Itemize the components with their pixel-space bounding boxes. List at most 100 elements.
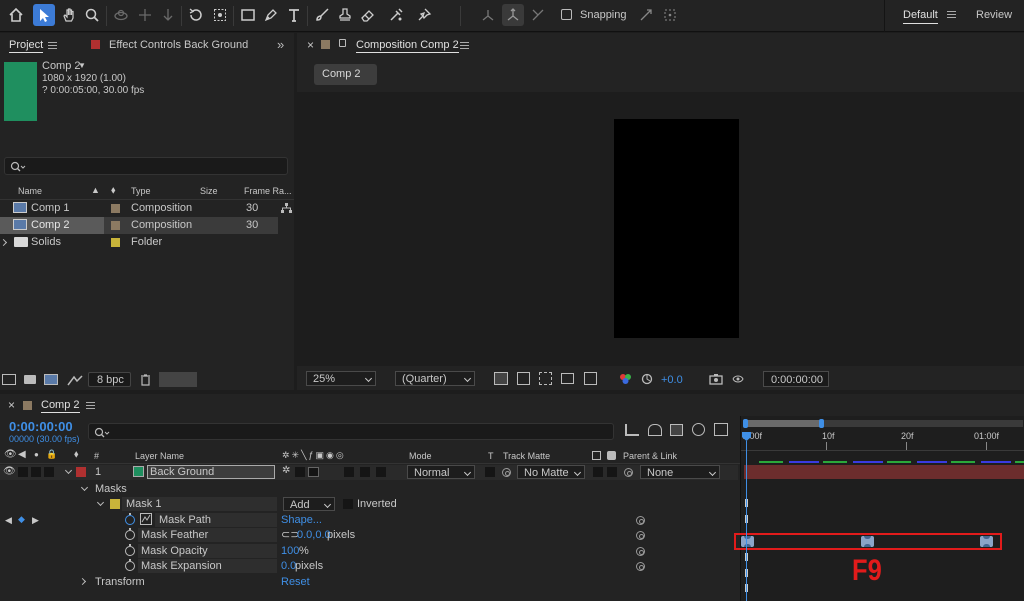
time-graph[interactable]: 0:00f 10f 20f 01:00f F9 (734, 416, 1024, 601)
thumbnail-size-slider[interactable] (159, 372, 197, 387)
new-composition-icon[interactable] (44, 374, 58, 385)
show-snapshot-icon[interactable] (731, 373, 745, 385)
property-row[interactable]: ◀ ◆ ▶ Mask Path Shape... (0, 513, 738, 528)
panel-expand-icon[interactable]: » (277, 37, 284, 52)
property-row[interactable]: Mask Opacity 100 % (0, 544, 738, 559)
snapping-checkbox[interactable] (561, 9, 572, 20)
lock-toggle[interactable] (44, 467, 54, 477)
mask-twirl-icon[interactable] (96, 498, 105, 507)
fast-previews-icon[interactable] (494, 372, 508, 385)
project-search-input[interactable] (4, 157, 288, 175)
property-row[interactable]: Mask Feather ⊂⊃ 0.0,0.0 pixels (0, 528, 738, 543)
folder-twirl-icon[interactable] (0, 238, 8, 247)
roto-brush-tool-icon[interactable] (385, 4, 407, 26)
tab-effect-controls[interactable]: Effect Controls Back Ground (109, 39, 248, 51)
project-settings-icon[interactable] (67, 374, 83, 386)
rectangle-tool-icon[interactable] (237, 4, 259, 26)
keyframe-marker[interactable] (980, 536, 993, 547)
new-folder-icon[interactable] (24, 375, 36, 384)
mask-visibility-icon[interactable] (539, 372, 552, 385)
bpc-button[interactable]: 8 bpc (88, 372, 131, 387)
transform-twirl-icon[interactable] (78, 577, 87, 586)
interpret-footage-icon[interactable] (2, 374, 16, 385)
channel-rgb-icon[interactable] (619, 373, 632, 385)
mask-name[interactable]: Mask 1 (126, 498, 161, 510)
viewer-timecode[interactable]: 0:00:00:00 (763, 371, 829, 387)
exposure-value[interactable]: +0.0 (661, 374, 683, 386)
lock-icon[interactable] (339, 39, 346, 47)
stopwatch-icon[interactable] (125, 559, 135, 571)
layer-row[interactable]: 👁 1 Back Ground ✲ Normal No Matte None (0, 465, 738, 480)
graph-icon[interactable] (140, 513, 152, 525)
preserve-transparency-toggle[interactable] (485, 467, 495, 477)
type-tool-icon[interactable] (283, 4, 305, 26)
zoom-tool-icon[interactable] (81, 4, 103, 26)
expression-pickwhip-icon[interactable] (636, 562, 645, 571)
col-type[interactable]: Type (131, 186, 151, 196)
col-size[interactable]: Size (200, 186, 218, 196)
navigator-range[interactable] (745, 420, 821, 427)
expression-pickwhip-icon[interactable] (636, 516, 645, 525)
pen-tool-icon[interactable] (260, 4, 282, 26)
prev-keyframe-icon[interactable]: ◀ (5, 515, 12, 526)
col-name[interactable]: Name (18, 186, 42, 196)
shy-switch-icon[interactable]: ✲ (282, 465, 290, 476)
motion-blur-switch[interactable] (376, 467, 386, 477)
eraser-tool-icon[interactable] (357, 4, 379, 26)
close-tab-icon[interactable]: × (8, 398, 15, 412)
effect-switch[interactable] (344, 467, 354, 477)
mask-row[interactable]: Mask 1 Add Inverted (0, 497, 738, 512)
dolly-camera-icon[interactable] (157, 4, 179, 26)
motion-blur-icon[interactable] (692, 423, 705, 436)
hand-tool-icon[interactable] (58, 4, 80, 26)
layer-duration-bar[interactable] (744, 465, 1024, 479)
selection-tool-icon[interactable] (33, 4, 55, 26)
layer-twirl-icon[interactable] (64, 466, 73, 475)
col-mode[interactable]: Mode (409, 451, 432, 461)
parent-pickwhip-icon[interactable] (624, 468, 633, 477)
rotation-tool-icon[interactable] (185, 4, 207, 26)
transform-reset[interactable]: Reset (281, 576, 310, 588)
pan-camera-icon[interactable] (134, 4, 156, 26)
col-frame-rate[interactable]: Frame Ra... (244, 186, 292, 196)
stopwatch-icon[interactable] (125, 544, 135, 556)
comp-canvas[interactable] (614, 119, 739, 338)
comp-name-dropdown-icon[interactable]: ▼ (78, 61, 86, 70)
composition-viewer[interactable] (297, 92, 1024, 366)
puppet-pin-tool-icon[interactable] (413, 4, 435, 26)
solo-toggle[interactable] (31, 467, 41, 477)
tab-composition[interactable]: Composition Comp 2 (356, 39, 459, 53)
shy-layers-icon[interactable] (648, 424, 662, 436)
stopwatch-icon[interactable] (125, 528, 135, 540)
region-of-interest-icon[interactable] (561, 373, 574, 384)
next-keyframe-icon[interactable]: ▶ (32, 515, 39, 526)
time-ruler[interactable]: 0:00f 10f 20f 01:00f (741, 429, 1024, 451)
sort-ascending-icon[interactable]: ▲ (91, 185, 100, 195)
item-label-swatch[interactable] (111, 221, 120, 230)
view-axis-mode-icon[interactable] (527, 4, 549, 26)
matte-toggle[interactable] (593, 467, 603, 477)
navigator-start-handle[interactable] (743, 419, 748, 428)
mode-dropdown[interactable]: Normal (407, 465, 475, 479)
expression-pickwhip-icon[interactable] (636, 547, 645, 556)
trash-icon[interactable] (140, 374, 151, 386)
property-value[interactable]: 0.0,0.0 (297, 529, 331, 541)
home-icon[interactable] (5, 4, 27, 26)
tab-project[interactable]: Project (9, 39, 44, 53)
frame-blend-switch[interactable] (360, 467, 370, 477)
parent-dropdown[interactable]: None (640, 465, 720, 479)
workspace-review[interactable]: Review (976, 9, 1012, 21)
list-item[interactable]: Solids Folder (0, 234, 278, 251)
property-row[interactable]: Mask Expansion 0.0 pixels (0, 559, 738, 574)
graph-editor-icon[interactable] (714, 423, 728, 436)
track-matte-pickwhip-icon[interactable] (502, 468, 511, 477)
workspace-default[interactable]: Default (903, 9, 938, 24)
flowchart-icon[interactable] (281, 203, 292, 214)
timeline-search-input[interactable] (88, 423, 614, 440)
masks-group-row[interactable]: Masks (0, 482, 738, 497)
inverted-checkbox[interactable] (343, 499, 353, 509)
keyframe-marker[interactable] (741, 536, 754, 547)
masks-twirl-icon[interactable] (80, 483, 89, 492)
invert-matte-toggle[interactable] (607, 467, 617, 477)
item-label-swatch[interactable] (111, 204, 120, 213)
